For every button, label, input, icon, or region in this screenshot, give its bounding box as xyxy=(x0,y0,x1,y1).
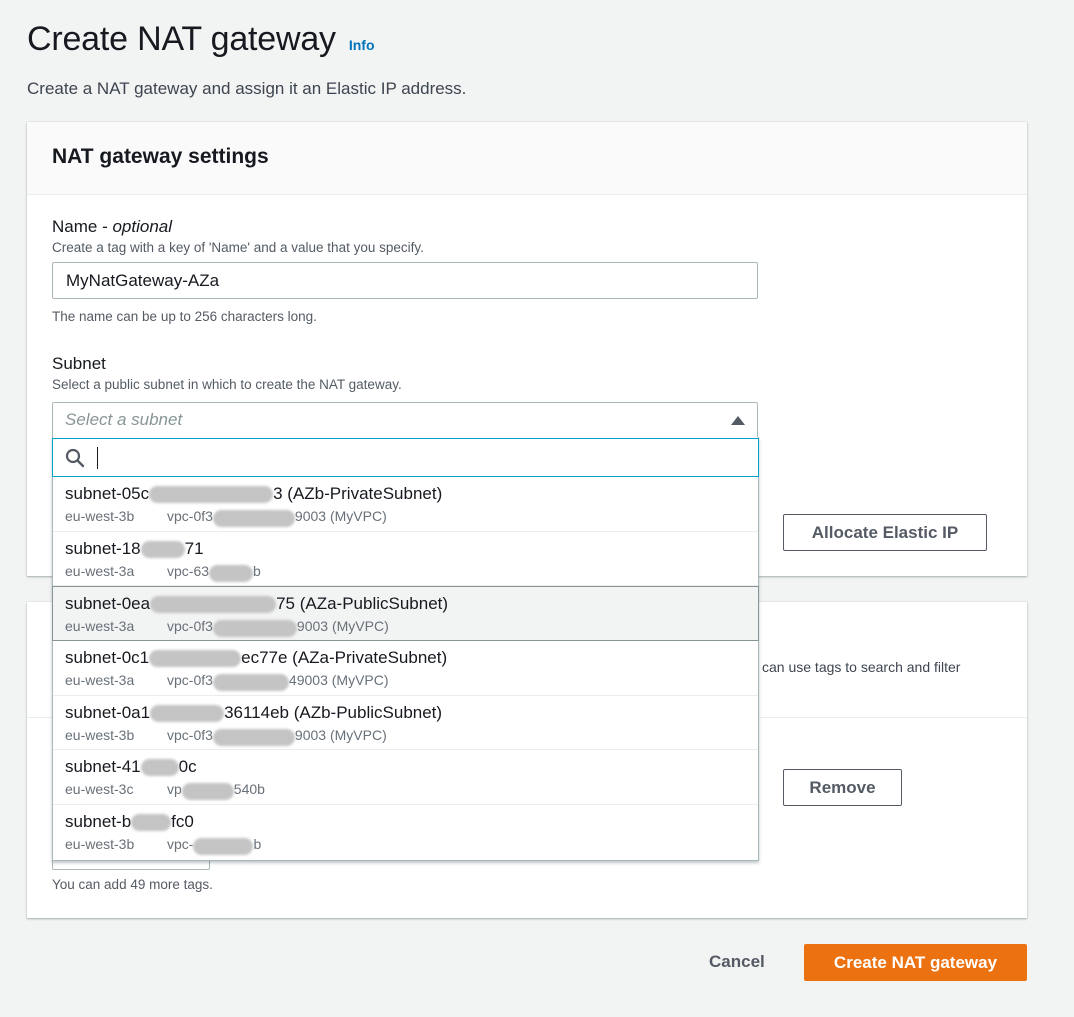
redacted-blur xyxy=(140,759,179,777)
vpc-id-start: vpc-0f3 xyxy=(167,618,213,635)
subnet-id-start: subnet-41 xyxy=(65,757,141,777)
vpc-id-start: vpc- xyxy=(167,836,194,853)
subnet-az: eu-west-3a xyxy=(65,618,135,635)
allocate-elastic-ip-button[interactable]: Allocate Elastic IP xyxy=(783,514,987,551)
create-nat-gateway-button[interactable]: Create NAT gateway xyxy=(804,944,1027,981)
subnet-id-end: 71 xyxy=(184,538,204,558)
vpc-id-end: 9003 (MyVPC) xyxy=(296,618,389,635)
name-input[interactable]: MyNatGateway-AZa xyxy=(52,262,758,299)
name-label: Name - optional xyxy=(52,217,758,237)
subnet-option[interactable]: subnet-41 0c eu-west-3c vp 540b xyxy=(53,750,758,806)
redacted-blur xyxy=(181,783,234,801)
name-field: Name - optional Create a tag with a key … xyxy=(52,217,758,324)
subnet-description: Select a public subnet in which to creat… xyxy=(52,377,402,392)
subnet-placeholder: Select a subnet xyxy=(65,410,183,429)
subnet-id-end: 3 (AZb-PrivateSubnet) xyxy=(273,484,443,503)
subnet-id-start: subnet-b xyxy=(65,812,132,832)
page-title: Create NAT gateway xyxy=(27,20,336,58)
subnet-select[interactable]: Select a subnet xyxy=(52,402,758,438)
vpc-id-end: b xyxy=(253,562,261,579)
caret-up-icon xyxy=(731,415,745,425)
subnet-label: Subnet xyxy=(52,354,106,373)
search-icon xyxy=(65,448,85,468)
subnet-option-hovered[interactable]: subnet-0ea 75 (AZa-PublicSubnet) eu-west-… xyxy=(52,586,759,642)
redacted-blur xyxy=(209,564,254,582)
subnet-option[interactable]: subnet-0c1 ec77e (AZa-PrivateSubnet) eu-w… xyxy=(53,641,758,696)
subnet-az: eu-west-3a xyxy=(65,562,135,579)
vpc-id-end: 9003 (MyVPC) xyxy=(294,508,387,524)
cancel-button[interactable]: Cancel xyxy=(709,952,765,972)
vpc-id-end: 49003 (MyVPC) xyxy=(288,672,389,689)
subnet-id-start: subnet-18 xyxy=(65,538,141,558)
subnet-id-start: subnet-0ea xyxy=(65,594,151,614)
tags-hint: You can add 49 more tags. xyxy=(52,877,213,892)
redacted-blur xyxy=(150,596,277,614)
page-header: Create NAT gateway Info xyxy=(27,20,375,59)
redacted-blur xyxy=(131,814,172,832)
name-description: Create a tag with a key of 'Name' and a … xyxy=(52,240,424,255)
remove-tag-button[interactable]: Remove xyxy=(783,769,902,806)
redacted-blur xyxy=(149,650,242,668)
subnet-az: eu-west-3b xyxy=(65,508,135,524)
info-link[interactable]: Info xyxy=(349,37,375,53)
page-description: Create a NAT gateway and assign it an El… xyxy=(27,79,467,98)
text-cursor xyxy=(97,446,98,469)
tags-description: can use tags to search and filter xyxy=(762,659,961,675)
subnet-az: eu-west-3a xyxy=(65,672,135,689)
redacted-blur xyxy=(212,620,297,638)
panel-title: NAT gateway settings xyxy=(27,122,1027,195)
vpc-id-start: vpc-0f3 xyxy=(167,726,213,743)
subnet-option[interactable]: subnet-05c 3 (AZb-PrivateSubnet) eu-west-… xyxy=(53,477,758,532)
vpc-id-end: 540b xyxy=(233,781,265,798)
redacted-blur xyxy=(140,540,185,558)
subnet-id-end: fc0 xyxy=(171,812,194,832)
optional-text: optional xyxy=(112,217,173,236)
vpc-id-end: b xyxy=(253,836,262,853)
vpc-id-start: vp xyxy=(167,781,182,798)
subnet-id-end: 36114eb (AZb-PublicSubnet) xyxy=(224,702,443,722)
redacted-blur xyxy=(193,838,254,856)
redacted-blur xyxy=(212,728,295,746)
vpc-id-start: vpc-63 xyxy=(167,562,210,579)
subnet-id-end: 75 (AZa-PublicSubnet) xyxy=(276,594,449,614)
subnet-id-end: 0c xyxy=(178,757,197,777)
vpc-id-start: vpc-0f3 xyxy=(167,672,213,689)
subnet-id-start: subnet-05c xyxy=(65,484,150,503)
name-label-text: Name - xyxy=(52,217,113,236)
subnet-id-start: subnet-0a1 xyxy=(65,702,151,722)
subnet-option[interactable]: subnet-0a1 36114eb (AZb-PublicSubnet) eu-… xyxy=(53,696,758,751)
vpc-id-end: 9003 (MyVPC) xyxy=(294,726,387,743)
subnet-option[interactable]: subnet-b fc0 eu-west-3b vpc-b xyxy=(53,805,758,860)
subnet-az: eu-west-3b xyxy=(65,836,135,853)
subnet-field: Subnet Select a public subnet in which t… xyxy=(52,354,402,392)
redacted-blur xyxy=(150,704,225,722)
redacted-blur xyxy=(212,674,289,692)
subnet-az: eu-west-3b xyxy=(65,726,135,743)
subnet-option[interactable]: subnet-18 71 eu-west-3a vpc-63 b xyxy=(53,532,758,587)
subnet-az: eu-west-3c xyxy=(65,781,134,798)
subnet-id-end: ec77e (AZa-PrivateSubnet) xyxy=(241,648,448,668)
subnet-dropdown: subnet-05c 3 (AZb-PrivateSubnet) eu-west-… xyxy=(52,437,759,861)
redacted-blur xyxy=(149,486,274,503)
vpc-id-start: vpc-0f3 xyxy=(167,508,213,524)
name-hint: The name can be up to 256 characters lon… xyxy=(52,309,317,324)
subnet-id-start: subnet-0c1 xyxy=(65,648,150,668)
redacted-blur xyxy=(212,510,295,527)
subnet-search-input[interactable] xyxy=(52,438,759,477)
